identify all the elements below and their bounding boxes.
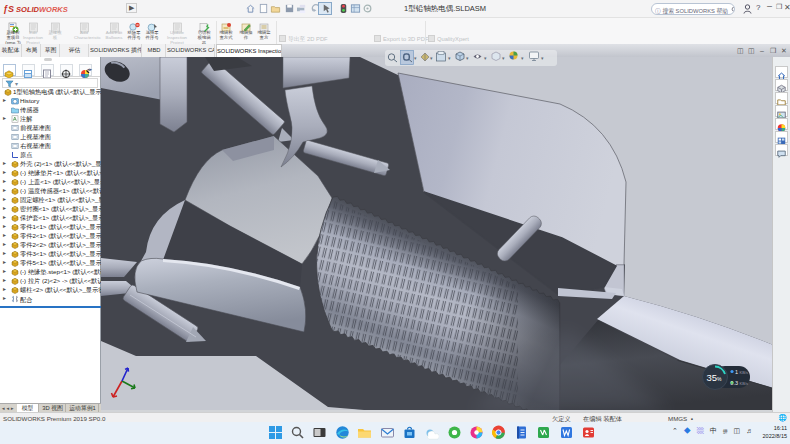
svg-text:1 KB/s: 1 KB/s xyxy=(735,369,748,375)
svg-text:0.3 KB/s: 0.3 KB/s xyxy=(730,380,748,386)
